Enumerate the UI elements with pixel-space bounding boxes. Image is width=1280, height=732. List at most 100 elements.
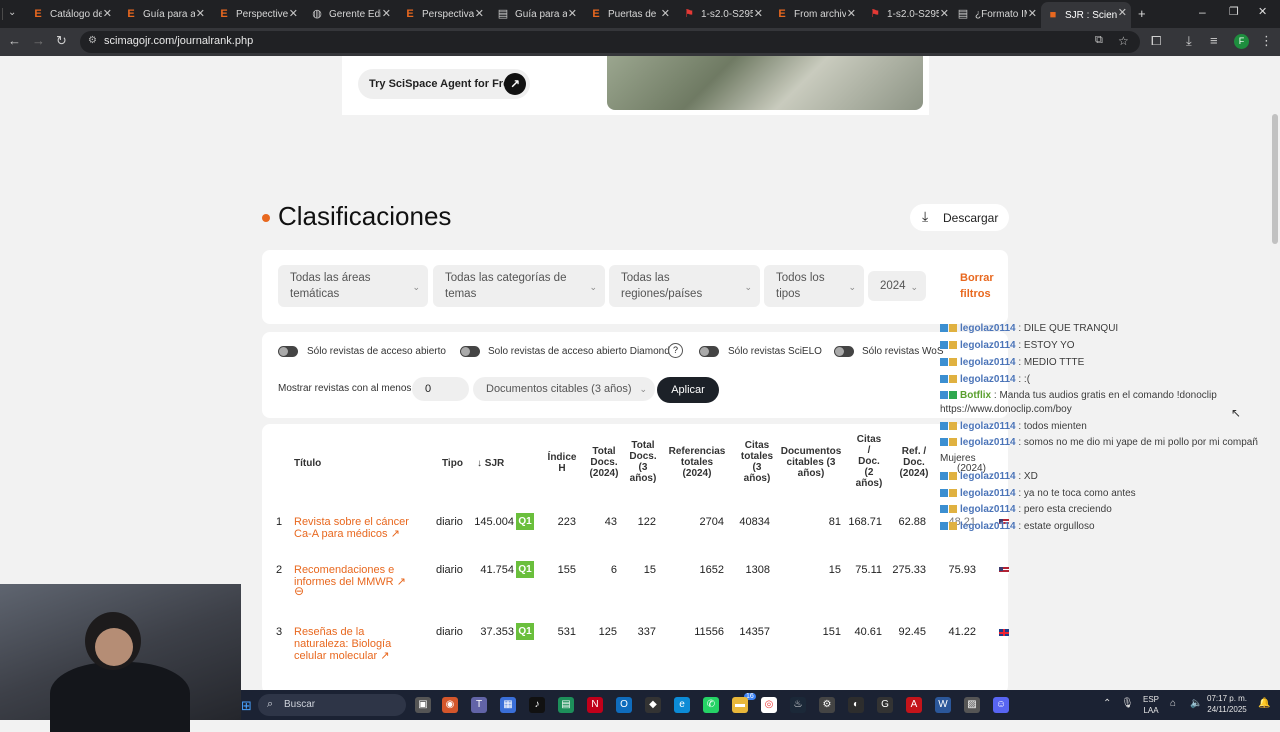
subject-area-select[interactable]: Todas las áreas temáticas ⌄ [278, 265, 428, 307]
back-arrow-icon[interactable]: ← [8, 33, 21, 48]
wos-toggle[interactable] [834, 346, 854, 357]
subject-category-select[interactable]: Todas las categorías de temas ⌄ [433, 265, 605, 307]
open-access-toggle[interactable] [278, 346, 298, 357]
reload-icon[interactable]: ↻ [56, 33, 67, 49]
col-docs3-header[interactable]: Total Docs. (3 años) [628, 440, 658, 484]
download-button[interactable]: ⤓ Descargar [910, 204, 1009, 231]
bookmark-star-icon[interactable]: ☆ [1118, 34, 1129, 48]
tiktok-icon[interactable]: ♪ [529, 697, 545, 713]
ad-cta-button[interactable]: Try SciSpace Agent for Free ↗ [358, 69, 530, 99]
tab-3[interactable]: E Perspectives ✕ [212, 3, 302, 25]
type-select[interactable]: Todos los tipos ⌄ [764, 265, 864, 307]
tab-7[interactable]: E Puertas de ✕ [584, 3, 674, 25]
close-icon[interactable]: ✕ [940, 7, 949, 20]
journal-title-link[interactable]: Reseñas de la naturaleza: Biología celul… [294, 626, 391, 662]
edge-icon[interactable]: e [674, 697, 690, 713]
teams-icon[interactable]: T [471, 697, 487, 713]
close-icon[interactable]: ✕ [103, 7, 112, 20]
minimize-icon[interactable]: – [1199, 5, 1206, 19]
app-icon[interactable]: ◐ [848, 697, 864, 713]
translate-icon[interactable]: ⧉ [1095, 34, 1103, 47]
col-docs-header[interactable]: Total Docs. (2024) [587, 446, 621, 479]
diamond-toggle[interactable] [460, 346, 480, 357]
network-icon[interactable]: ⌂ [1170, 698, 1176, 709]
col-sjr-header[interactable]: ↓ SJR [477, 458, 504, 469]
microphone-icon[interactable]: 🎙 [1121, 698, 1134, 709]
min-docs-input[interactable]: 0 [412, 377, 469, 401]
col-title-header[interactable]: Título [294, 458, 321, 469]
close-icon[interactable]: ✕ [475, 7, 484, 20]
col-refs-header[interactable]: Referencias totales (2024) [665, 446, 729, 479]
chrome-icon[interactable]: ◎ [761, 697, 777, 713]
help-icon[interactable]: ? [668, 343, 683, 358]
close-icon[interactable]: ✕ [754, 7, 763, 20]
close-icon[interactable]: ✕ [1118, 6, 1127, 19]
tab-6[interactable]: ▤ Guía para au✕ [491, 3, 581, 25]
tab-2[interactable]: E Guía para au✕ [119, 3, 209, 25]
discord-icon[interactable]: ☺ [993, 697, 1009, 713]
close-icon[interactable]: ✕ [661, 7, 670, 20]
scrollbar-thumb[interactable] [1272, 114, 1278, 244]
col-cites-header[interactable]: Citas totales (3 años) [740, 440, 774, 484]
col-cites-per-doc-header[interactable]: Citas / Doc. (2 años) [852, 434, 886, 489]
doc-type-select[interactable]: Documentos citables (3 años) ⌄ [473, 377, 655, 401]
tab-8[interactable]: ⚑ 1-s2.0-S295 ✕ [677, 3, 767, 25]
tab-4[interactable]: ◍ Gerente Edit ✕ [305, 3, 395, 25]
tab-5[interactable]: E Perspectivas ✕ [398, 3, 488, 25]
region-select[interactable]: Todas las regiones/países ⌄ [609, 265, 760, 307]
tab-list-button[interactable] [2, 8, 3, 20]
col-type-header[interactable]: Tipo [442, 458, 463, 469]
new-tab-icon[interactable]: + [1138, 6, 1146, 21]
restore-icon[interactable]: ❐ [1229, 5, 1239, 18]
col-ref-per-doc-header[interactable]: Ref. / Doc. (2024) [896, 446, 932, 479]
clear-filters-link[interactable]: Borrar filtros [960, 270, 994, 302]
volume-icon[interactable]: 🔈 [1190, 698, 1202, 709]
journal-title-link[interactable]: Revista sobre el cáncer Ca-A para médico… [294, 516, 409, 540]
word-icon[interactable]: W [935, 697, 951, 713]
app-icon[interactable]: ◆ [645, 697, 661, 713]
outlook-icon[interactable]: O [616, 697, 632, 713]
site-info-icon[interactable]: ⚙ [88, 35, 97, 46]
close-icon[interactable]: ✕ [289, 7, 298, 20]
download-icon[interactable]: ⤓ [1186, 33, 1192, 49]
language-indicator[interactable]: ESP LAA [1143, 694, 1159, 716]
forward-arrow-icon[interactable]: → [32, 33, 45, 48]
app-icon[interactable]: G [877, 697, 893, 713]
tab-12-active[interactable]: ■ SJR : Scienti ✕ [1041, 2, 1131, 28]
address-bar[interactable]: ⚙ scimagojr.com/journalrank.php ⧉ ☆ [80, 31, 1140, 53]
store-icon[interactable]: ▦ [500, 697, 516, 713]
photos-icon[interactable]: ▨ [964, 697, 980, 713]
tab-10[interactable]: ⚑ 1-s2.0-S295 ✕ [863, 3, 953, 25]
app-icon[interactable]: ⚙ [819, 697, 835, 713]
menu-dots-icon[interactable]: ⋮ [1260, 33, 1273, 49]
task-view-icon[interactable]: ▣ [415, 697, 431, 713]
app-icon[interactable]: ▤ [558, 697, 574, 713]
year-select[interactable]: 2024 ⌄ [868, 271, 926, 301]
close-icon[interactable]: ✕ [1028, 7, 1037, 20]
windows-start-icon[interactable]: ⊞ [241, 698, 252, 714]
taskbar-search[interactable]: ⌕ Buscar [258, 694, 406, 716]
close-icon[interactable]: ✕ [196, 7, 205, 20]
col-citable-header[interactable]: Documentos citables (3 años) [779, 446, 843, 479]
tab-search-icon[interactable]: ⌄ [8, 7, 16, 18]
whatsapp-icon[interactable]: ✆ [703, 697, 719, 713]
tab-1[interactable]: E Catálogo de ✕ [26, 3, 116, 25]
scielo-toggle[interactable] [699, 346, 719, 357]
journal-title-link[interactable]: Recomendaciones e informes del MMWR ↗ [294, 564, 406, 588]
ad-banner[interactable]: Try SciSpace Agent for Free ↗ [342, 56, 929, 115]
close-icon[interactable]: ✕ [847, 7, 856, 20]
col-h-index-header[interactable]: Índice H [546, 452, 578, 474]
tab-9[interactable]: E From archive✕ [770, 3, 860, 25]
profile-avatar[interactable]: F [1234, 34, 1249, 49]
apply-button[interactable]: Aplicar [657, 377, 719, 403]
close-icon[interactable]: ✕ [568, 7, 577, 20]
extensions-icon[interactable]: ⧠ [1151, 33, 1161, 49]
firefox-icon[interactable]: ◉ [442, 697, 458, 713]
taskbar-clock[interactable]: 07:17 p. m. 24/11/2025 [1207, 693, 1247, 715]
close-window-icon[interactable]: ✕ [1258, 5, 1267, 18]
acrobat-icon[interactable]: A [906, 697, 922, 713]
tab-11[interactable]: ▤ ¿Formato IM ✕ [951, 3, 1041, 25]
close-icon[interactable]: ✕ [382, 7, 391, 20]
netflix-icon[interactable]: N [587, 697, 603, 713]
steam-icon[interactable]: ♨ [790, 697, 806, 713]
